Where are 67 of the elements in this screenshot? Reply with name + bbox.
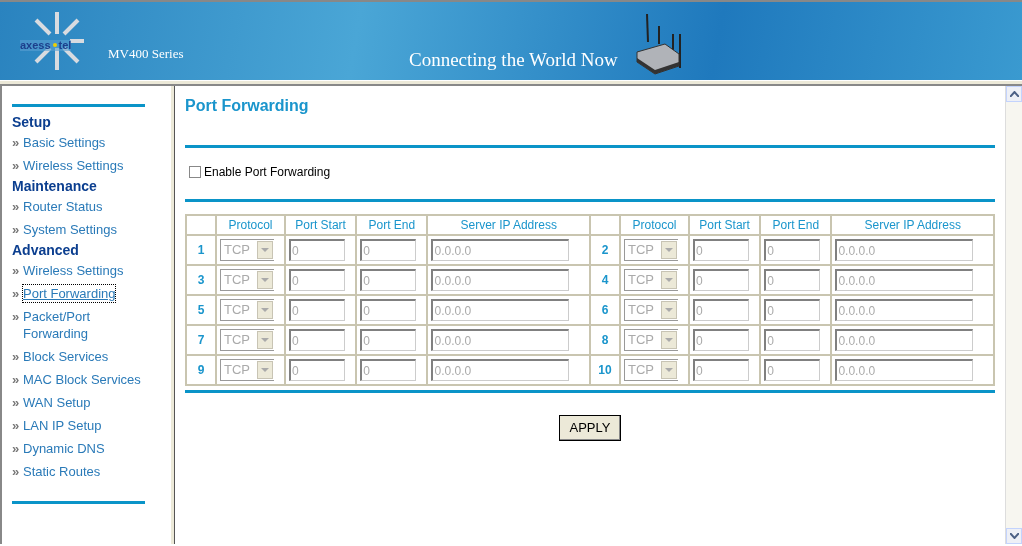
sidebar-link[interactable]: Router Status xyxy=(23,198,103,215)
chevron-icon: » xyxy=(12,371,23,388)
sidebar-link[interactable]: Wireless Settings xyxy=(23,262,124,279)
sidebar-link[interactable]: Basic Settings xyxy=(23,134,106,151)
sidebar-link[interactable]: Port Forwarding xyxy=(23,285,116,302)
column-header: Protocol xyxy=(619,215,689,236)
row-number: 1 xyxy=(186,235,216,266)
chevron-icon: » xyxy=(12,417,23,434)
row-number: 9 xyxy=(186,355,216,386)
sidebar-link[interactable]: Block Services xyxy=(23,348,109,365)
sidebar-link[interactable]: LAN IP Setup xyxy=(23,417,102,434)
column-header: Port End xyxy=(356,215,428,236)
column-header: Port Start xyxy=(285,215,357,236)
dropdown-caret-icon xyxy=(664,308,673,313)
sidebar-link[interactable]: Static Routes xyxy=(23,463,101,480)
scrollbar[interactable] xyxy=(1005,86,1022,544)
dropdown-caret-icon xyxy=(261,368,269,373)
sidebar-link[interactable]: Dynamic DNS xyxy=(23,440,105,457)
chevron-icon: » xyxy=(12,308,23,342)
column-header: Port End xyxy=(760,215,832,236)
scroll-up-icon[interactable] xyxy=(1009,91,1019,97)
chevron-icon: » xyxy=(12,198,23,215)
dropdown-caret-icon xyxy=(664,248,673,253)
row-number: 4 xyxy=(589,265,620,296)
slogan: Connecting the World Now xyxy=(409,48,618,72)
dropdown-caret-icon xyxy=(261,338,269,343)
page-title: Port Forwarding xyxy=(185,96,310,116)
chevron-icon: » xyxy=(12,262,23,279)
sidebar-link[interactable]: Wireless Settings xyxy=(23,157,124,174)
checkbox-label: Enable Port Forwarding xyxy=(204,164,331,182)
apply-button[interactable]: APPLY xyxy=(558,415,622,441)
column-header: Server IP Address xyxy=(427,215,590,236)
dropdown-caret-icon xyxy=(261,308,269,313)
dropdown-caret-icon xyxy=(261,278,269,283)
chevron-icon: » xyxy=(12,285,23,302)
section-heading: Setup xyxy=(12,113,52,131)
chevron-icon: » xyxy=(12,394,23,411)
scroll-down-icon[interactable] xyxy=(1009,533,1019,539)
sidebar-link[interactable]: MAC Block Services xyxy=(23,371,141,388)
chevron-icon: » xyxy=(12,348,23,365)
logo-text: axess tel xyxy=(20,40,72,51)
chevron-icon: » xyxy=(12,463,23,480)
sidebar-link[interactable]: WAN Setup xyxy=(23,394,91,411)
row-number: 8 xyxy=(589,325,620,356)
section-heading: Maintenance xyxy=(12,177,98,195)
dropdown-caret-icon xyxy=(261,248,269,253)
section-heading: Advanced xyxy=(12,241,80,259)
model-name: MV400 Series xyxy=(108,45,184,64)
row-number: 3 xyxy=(186,265,216,296)
sidebar-link[interactable]: System Settings xyxy=(23,221,117,238)
chevron-icon: » xyxy=(12,134,23,151)
row-number: 10 xyxy=(589,355,620,386)
column-header: Protocol xyxy=(216,215,285,236)
row-number: 2 xyxy=(589,235,620,266)
dropdown-caret-icon xyxy=(664,368,673,373)
column-header: Port Start xyxy=(688,215,761,236)
enable-checkbox[interactable] xyxy=(189,166,201,179)
row-number: 7 xyxy=(186,325,216,356)
row-number: 6 xyxy=(589,295,620,326)
column-header: Server IP Address xyxy=(831,215,994,236)
chevron-icon: » xyxy=(12,440,23,457)
chevron-icon: » xyxy=(12,157,23,174)
dropdown-caret-icon xyxy=(664,278,673,283)
dropdown-caret-icon xyxy=(664,338,673,343)
row-number: 5 xyxy=(186,295,216,326)
sidebar-link[interactable]: Packet/Port Forwarding xyxy=(23,308,152,342)
chevron-icon: » xyxy=(12,221,23,238)
